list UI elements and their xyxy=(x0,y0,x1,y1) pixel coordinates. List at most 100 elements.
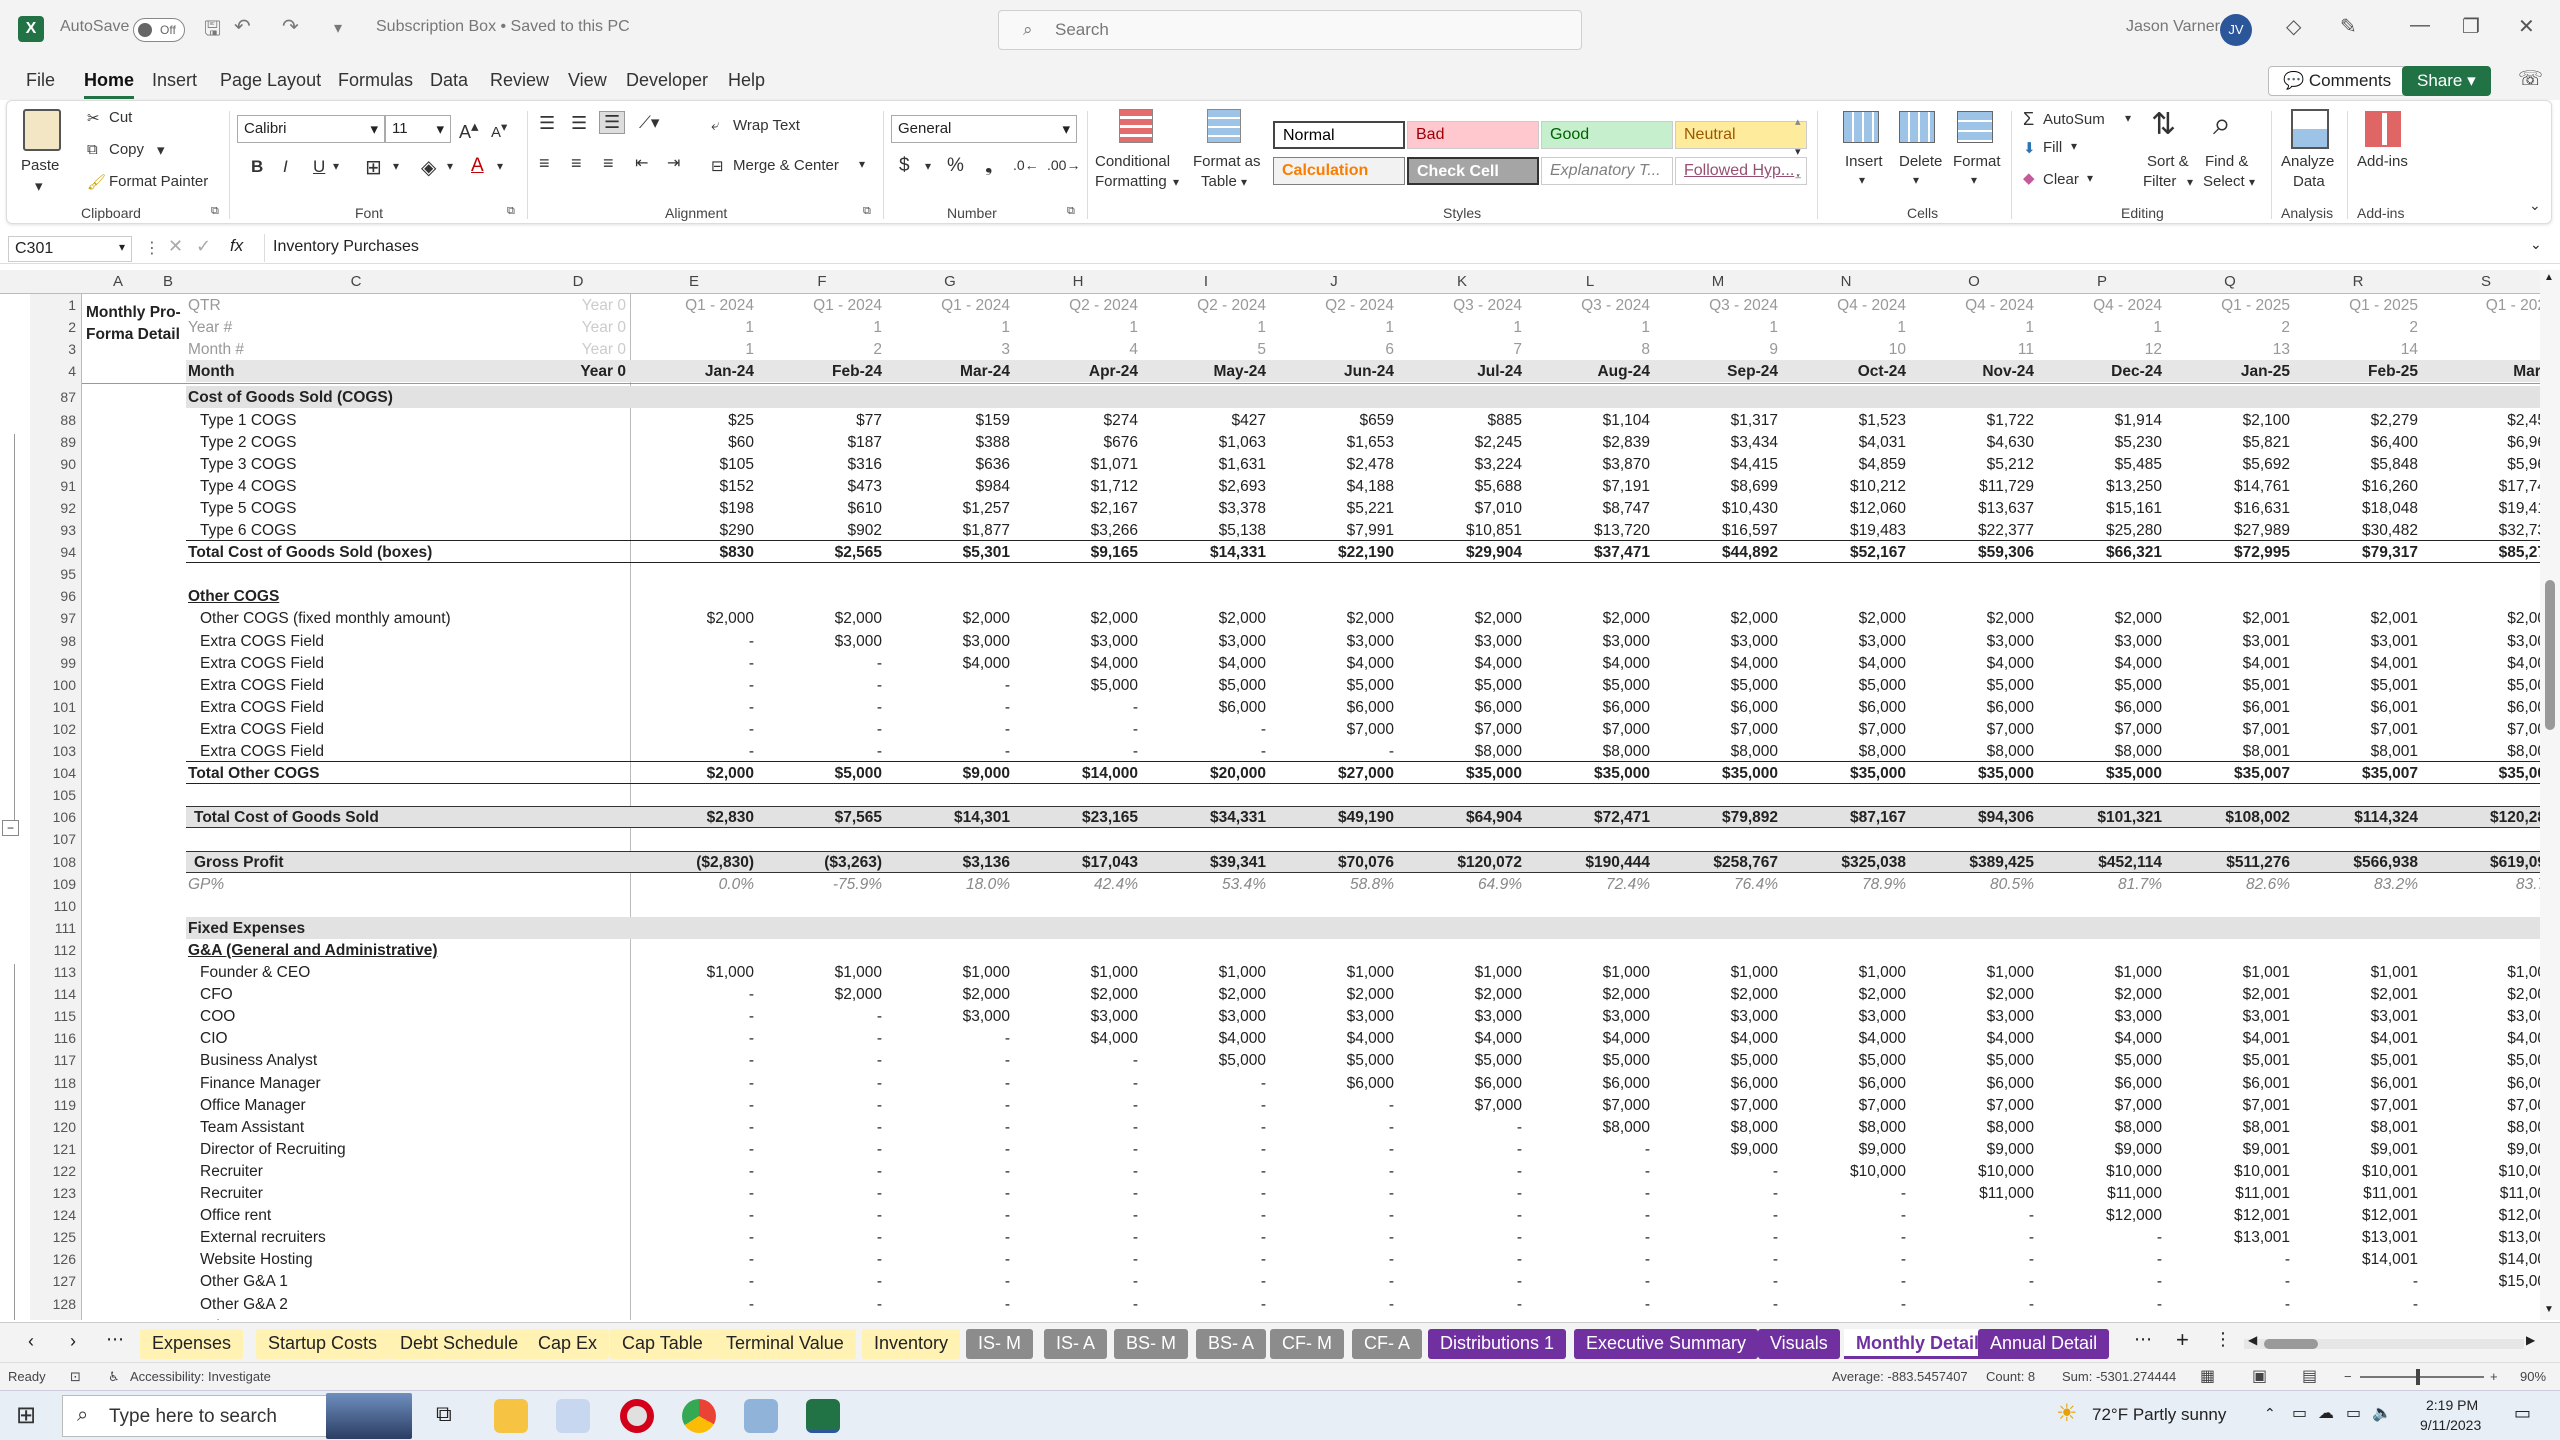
value-cell[interactable]: $77 xyxy=(758,412,882,430)
value-cell[interactable]: $7,000 xyxy=(1398,1097,1522,1115)
row-header[interactable]: 1 xyxy=(34,297,76,313)
value-cell[interactable]: $1,000 xyxy=(1910,964,2034,982)
value-cell[interactable]: $2,000 xyxy=(1910,610,2034,628)
value-cell[interactable]: $29,904 xyxy=(1398,544,1522,562)
pen-icon[interactable]: ✎ xyxy=(2340,14,2357,39)
currency-icon[interactable]: $ xyxy=(899,155,910,177)
value-cell[interactable]: $9,00 xyxy=(2422,1141,2540,1159)
value-cell[interactable]: - xyxy=(758,1030,882,1048)
value-cell[interactable]: $11,001 xyxy=(2294,1185,2418,1203)
collapse-ribbon-icon[interactable]: ⌄ xyxy=(2529,197,2541,214)
row-header[interactable]: 121 xyxy=(34,1141,76,1157)
value-cell[interactable]: $1,000 xyxy=(2038,964,2162,982)
value-cell[interactable]: $3,136 xyxy=(886,854,1010,872)
value-cell[interactable]: - xyxy=(1398,1163,1522,1181)
cell-style-bad[interactable]: Bad xyxy=(1407,121,1539,149)
value-cell[interactable]: - xyxy=(630,1207,754,1225)
diamond-icon[interactable]: ◇ xyxy=(2286,14,2301,39)
cloud-icon[interactable]: ☁ xyxy=(2318,1403,2334,1423)
value-cell[interactable]: $32,73 xyxy=(2422,522,2540,540)
value-cell[interactable]: - xyxy=(758,1141,882,1159)
value-cell[interactable]: - xyxy=(1398,1207,1522,1225)
value-cell[interactable]: $388 xyxy=(886,434,1010,452)
value-cell[interactable]: 64.9% xyxy=(1398,876,1522,894)
value-cell[interactable]: $22,377 xyxy=(1910,522,2034,540)
value-cell[interactable]: - xyxy=(1142,743,1266,761)
value-cell[interactable]: - xyxy=(758,677,882,695)
number-format-select[interactable]: General ▾ xyxy=(891,115,1077,143)
value-cell[interactable]: $49,190 xyxy=(1270,809,1394,827)
row-header[interactable]: 109 xyxy=(34,876,76,892)
horizontal-scrollbar[interactable] xyxy=(2244,1339,2524,1349)
name-box[interactable]: C301 ▾ xyxy=(8,236,132,262)
value-cell[interactable]: $2,000 xyxy=(2038,610,2162,628)
value-cell[interactable]: $4,001 xyxy=(2166,655,2290,673)
value-cell[interactable]: - xyxy=(1142,1119,1266,1137)
value-cell[interactable]: $4,000 xyxy=(1142,655,1266,673)
value-cell[interactable]: $885 xyxy=(1398,412,1522,430)
value-cell[interactable]: $2,000 xyxy=(2038,986,2162,1004)
next-sheet-icon[interactable]: › xyxy=(70,1331,76,1352)
orientation-icon[interactable]: ⟋▾ xyxy=(639,113,659,133)
font-size-select[interactable]: 11 ▾ xyxy=(385,115,451,143)
value-cell[interactable]: - xyxy=(2294,1273,2418,1291)
value-cell[interactable]: $6,00 xyxy=(2422,699,2540,717)
value-cell[interactable]: $1,00 xyxy=(2422,964,2540,982)
more-sheets-icon[interactable]: ⋯ xyxy=(106,1329,124,1350)
value-cell[interactable]: $25,280 xyxy=(2038,522,2162,540)
value-cell[interactable]: $5,000 xyxy=(1910,1052,2034,1070)
value-cell[interactable]: $5,00 xyxy=(2422,677,2540,695)
value-cell[interactable]: - xyxy=(758,655,882,673)
value-cell[interactable]: $12,001 xyxy=(2166,1207,2290,1225)
zoom-out-icon[interactable]: − xyxy=(2344,1369,2352,1384)
value-cell[interactable]: - xyxy=(758,1207,882,1225)
value-cell[interactable]: $10,212 xyxy=(1782,478,1906,496)
value-cell[interactable]: $636 xyxy=(886,456,1010,474)
format-painter-button[interactable]: Format Painter xyxy=(109,173,208,190)
value-cell[interactable]: $4,630 xyxy=(1910,434,2034,452)
collapse-group-button[interactable]: − xyxy=(2,820,20,836)
value-cell[interactable]: - xyxy=(1526,1296,1650,1314)
value-cell[interactable]: $3,00 xyxy=(2422,1008,2540,1026)
value-cell[interactable]: 82.6% xyxy=(2166,876,2290,894)
value-cell[interactable]: $5,138 xyxy=(1142,522,1266,540)
value-cell[interactable]: $3,000 xyxy=(1014,633,1138,651)
tab-help[interactable]: Help xyxy=(728,70,765,91)
value-cell[interactable]: $1,000 xyxy=(1782,964,1906,982)
value-cell[interactable]: $8,000 xyxy=(1654,1119,1778,1137)
value-cell[interactable]: - xyxy=(1014,1273,1138,1291)
row-header[interactable]: 94 xyxy=(34,544,76,560)
value-cell[interactable]: $18,048 xyxy=(2294,500,2418,518)
value-cell[interactable]: $35,000 xyxy=(1910,765,2034,783)
value-cell[interactable]: $5,96 xyxy=(2422,456,2540,474)
value-cell[interactable]: $60 xyxy=(630,434,754,452)
value-cell[interactable]: $37,471 xyxy=(1526,544,1650,562)
fill-button[interactable]: Fill xyxy=(2043,139,2062,156)
value-cell[interactable]: - xyxy=(1398,1296,1522,1314)
value-cell[interactable]: $35,007 xyxy=(2166,765,2290,783)
row-header[interactable]: 101 xyxy=(34,699,76,715)
value-cell[interactable]: $3,000 xyxy=(1270,633,1394,651)
value-cell[interactable]: - xyxy=(1654,1163,1778,1181)
value-cell[interactable]: - xyxy=(1654,1229,1778,1247)
value-cell[interactable]: -75.9% xyxy=(758,876,882,894)
value-cell[interactable]: $23,165 xyxy=(1014,809,1138,827)
autosum-button[interactable]: AutoSum xyxy=(2043,111,2105,128)
value-cell[interactable]: $2,565 xyxy=(758,544,882,562)
align-center-icon[interactable]: ≡ xyxy=(571,153,582,174)
value-cell[interactable]: $4,000 xyxy=(1014,655,1138,673)
value-cell[interactable]: - xyxy=(2166,1251,2290,1269)
italic-icon[interactable]: I xyxy=(283,157,288,177)
value-cell[interactable]: $2,001 xyxy=(2166,986,2290,1004)
value-cell[interactable]: $8,000 xyxy=(2038,1119,2162,1137)
row-header[interactable]: 93 xyxy=(34,522,76,538)
sheet-tab-monthly-detail[interactable]: Monthly Detail xyxy=(1844,1329,1992,1359)
value-cell[interactable]: $15,161 xyxy=(2038,500,2162,518)
row-header[interactable]: 90 xyxy=(34,456,76,472)
row-header[interactable]: 127 xyxy=(34,1273,76,1289)
value-cell[interactable]: $7,000 xyxy=(1654,1097,1778,1115)
value-cell[interactable]: $2,000 xyxy=(1526,986,1650,1004)
value-cell[interactable]: $7,000 xyxy=(1910,1097,2034,1115)
value-cell[interactable]: $7,000 xyxy=(1654,721,1778,739)
tab-review[interactable]: Review xyxy=(490,70,549,91)
